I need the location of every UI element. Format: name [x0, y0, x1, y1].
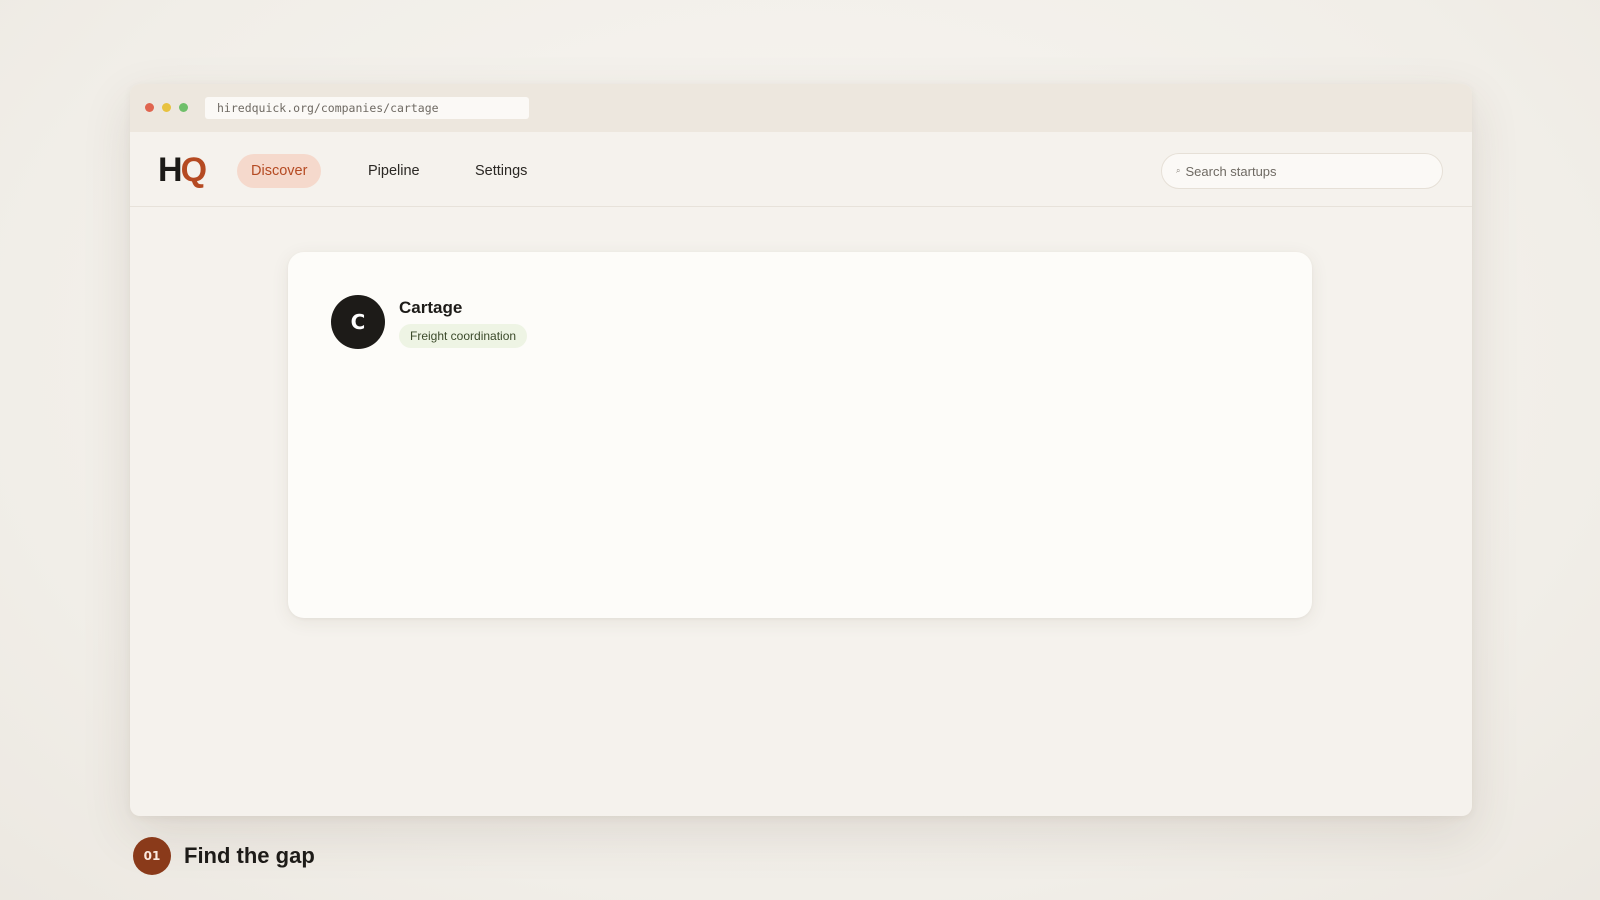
logo-letter-q: Q — [180, 151, 207, 189]
nav-tab-discover[interactable]: Discover — [237, 154, 322, 188]
step-number-badge: 01 — [133, 837, 171, 875]
search-icon: ⌕ — [1176, 166, 1181, 175]
app-header: HQ Discover Pipeline Settings ⌕ Search s… — [130, 132, 1472, 207]
company-name: Cartage — [399, 298, 463, 317]
nav-tab-pipeline[interactable]: Pipeline — [354, 154, 434, 188]
step-label: Find the gap — [184, 843, 315, 868]
maximize-window-dot[interactable] — [179, 103, 188, 112]
company-avatar: C — [331, 295, 385, 349]
minimize-window-dot[interactable] — [162, 103, 171, 112]
url-bar[interactable]: hiredquick.org/companies/cartage — [205, 97, 529, 119]
browser-titlebar: hiredquick.org/companies/cartage — [130, 84, 1472, 132]
close-window-dot[interactable] — [145, 103, 154, 112]
nav-tab-settings[interactable]: Settings — [461, 154, 541, 188]
company-card: C Cartage Freight coordination — [288, 252, 1312, 618]
company-category-tag: Freight coordination — [399, 324, 528, 348]
hq-logo[interactable]: HQ — [158, 150, 207, 190]
search-placeholder: Search startups — [1185, 163, 1277, 179]
step-caption: 01 Find the gap — [133, 837, 315, 875]
logo-letter-h: H — [158, 151, 183, 189]
search-input[interactable]: ⌕ Search startups — [1161, 153, 1443, 189]
browser-window: hiredquick.org/companies/cartage HQ Disc… — [130, 84, 1472, 816]
